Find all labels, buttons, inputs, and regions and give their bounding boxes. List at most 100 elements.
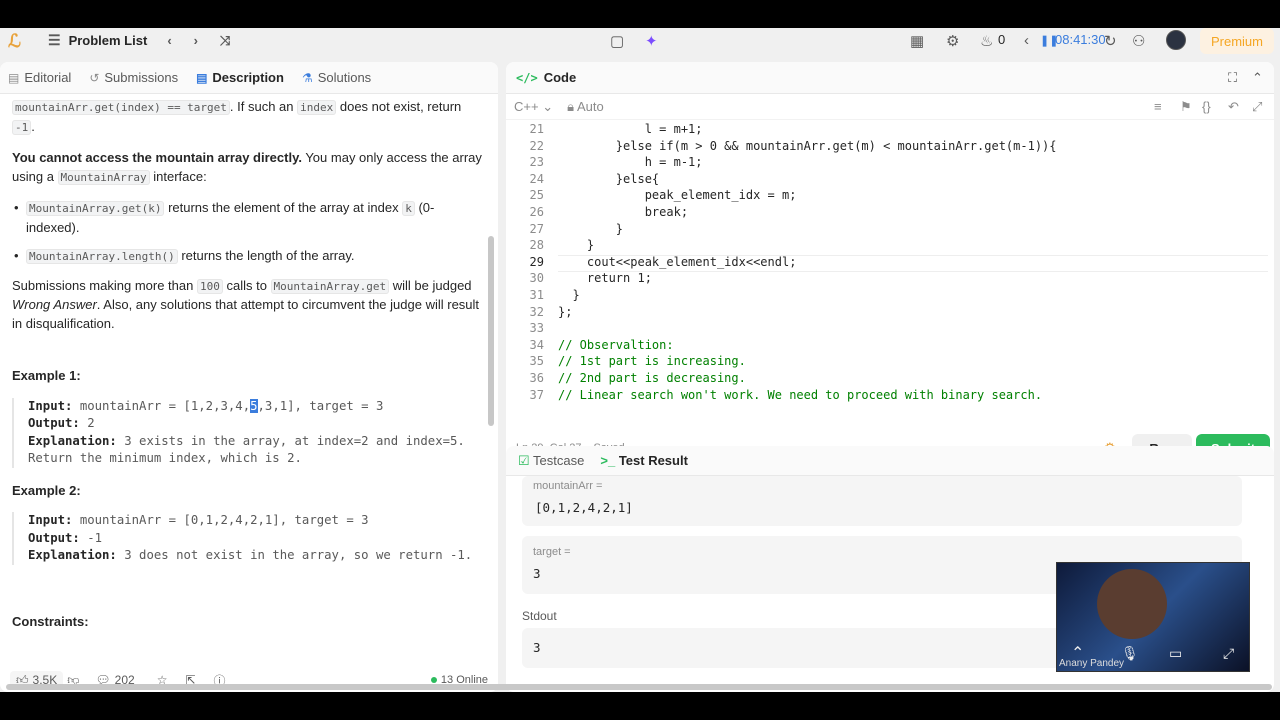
- example-2: Input: mountainArr = [0,1,2,4,2,1], targ…: [12, 512, 482, 565]
- line-number: 27: [529, 221, 544, 236]
- auto-mode[interactable]: 🔒︎ Auto: [567, 99, 604, 115]
- example-1: Input: mountainArr = [1,2,3,4,5,3,1], ta…: [12, 397, 482, 468]
- reset-icon[interactable]: ↶: [1228, 99, 1239, 115]
- flask-icon: ⚗: [301, 70, 313, 85]
- webcam-name: Anany Pandey: [1059, 658, 1125, 669]
- menu-icon[interactable]: ☰: [48, 32, 61, 49]
- tab-editorial[interactable]: ▤ Editorial: [8, 70, 71, 85]
- line-number: 24: [529, 171, 544, 186]
- field-label: mountainArr =: [533, 480, 603, 492]
- interface-list: MountainArray.get(k) returns the element…: [12, 199, 482, 267]
- timer-collapse-icon[interactable]: ‹: [1024, 32, 1029, 49]
- line-number: 21: [529, 122, 544, 136]
- layout-icon[interactable]: ▦: [910, 32, 924, 50]
- scrollbar-thumb[interactable]: [488, 236, 494, 426]
- line-number: 26: [529, 205, 544, 219]
- code-line[interactable]: peak_element_idx = m;: [558, 188, 797, 202]
- code-line[interactable]: break;: [558, 205, 688, 219]
- desc-p1: You cannot access the mountain array dir…: [12, 150, 482, 185]
- expand-video-icon[interactable]: ⤢: [1223, 645, 1234, 662]
- chevron-down-icon: ⌄: [542, 98, 554, 114]
- top-nav: ℒ ☰ Problem List ‹ › ⤨ ▢ ✦ ▦ ⚙ ♨ 0 ‹ ❚❚ …: [0, 28, 1280, 54]
- line-number: 37: [529, 387, 544, 402]
- code-line[interactable]: l = m+1;: [558, 122, 703, 136]
- code-line[interactable]: };: [558, 305, 572, 319]
- code-line[interactable]: // 1st part is increasing.: [558, 354, 746, 368]
- bookmark-icon[interactable]: ⚑: [1180, 99, 1192, 115]
- code-line[interactable]: // 2nd part is decreasing.: [558, 371, 746, 385]
- format-icon[interactable]: ≡: [1154, 99, 1162, 114]
- list-item: MountainArray.get(k) returns the element…: [14, 199, 482, 237]
- line-number: 28: [529, 238, 544, 253]
- prev-problem-icon[interactable]: ‹: [167, 33, 171, 48]
- line-number: 25: [529, 188, 544, 203]
- code-line[interactable]: // Linear search won't work. We need to …: [558, 388, 1042, 402]
- tab-solutions[interactable]: ⚗ Solutions: [302, 70, 371, 85]
- reset-timer-icon[interactable]: ↻: [1104, 32, 1117, 50]
- stdout-value: 3: [533, 640, 541, 655]
- field-value: [0,1,2,4,2,1]: [535, 500, 633, 515]
- tab-description[interactable]: ▤ Description: [196, 70, 284, 85]
- example-1-title: Example 1:: [12, 368, 81, 383]
- code-line[interactable]: }: [558, 288, 579, 302]
- timer: 08:41:30: [1055, 32, 1106, 47]
- desc-line0: mountainArr.get(index) == target. If suc…: [12, 98, 482, 137]
- line-number: 22: [529, 138, 544, 153]
- expand-icon[interactable]: ⤢: [1252, 99, 1262, 115]
- line-number: 23: [529, 155, 544, 170]
- horizontal-scrollbar[interactable]: [6, 684, 1272, 690]
- desc-p2: Submissions making more than 100 calls t…: [12, 277, 480, 331]
- code-line[interactable]: return 1;: [558, 271, 652, 285]
- problem-list-link[interactable]: Problem List: [69, 33, 148, 48]
- ai-sparkle-icon[interactable]: ✦: [645, 32, 658, 50]
- tab-submissions[interactable]: ↺ Submissions: [89, 70, 178, 85]
- streak-count: 0: [998, 32, 1006, 47]
- shuffle-icon[interactable]: ⤨: [220, 33, 230, 49]
- braces-icon[interactable]: {}: [1202, 99, 1211, 114]
- webcam-face: [1097, 569, 1167, 639]
- webcam-overlay[interactable]: ⌃ 🎙︎ ▭ ⤢ Anany Pandey: [1056, 562, 1250, 672]
- checkbox-icon: ☑: [518, 452, 530, 468]
- lock-icon: 🔒︎: [567, 98, 575, 114]
- line-number: 30: [529, 271, 544, 286]
- tab-test-result[interactable]: >_ Test Result: [600, 453, 688, 468]
- code-line[interactable]: }: [558, 222, 623, 236]
- fullscreen-icon[interactable]: ⛶: [1228, 70, 1237, 86]
- code-line[interactable]: h = m-1;: [558, 155, 703, 169]
- code-line[interactable]: }else{: [558, 172, 659, 186]
- problem-list-nav: ☰ Problem List ‹ › ⤨: [48, 32, 230, 49]
- left-tabs: ▤ Editorial ↺ Submissions ▤ Description ⚗ So…: [0, 62, 498, 94]
- field-value: 3: [533, 566, 541, 581]
- terminal-icon: >_: [600, 453, 616, 468]
- result-tabs: ☑ Testcase >_ Test Result: [506, 446, 1274, 476]
- line-number: 36: [529, 371, 544, 385]
- example-2-title: Example 2:: [12, 482, 81, 498]
- next-problem-icon[interactable]: ›: [194, 33, 198, 48]
- settings-icon[interactable]: ⚙: [946, 32, 959, 50]
- code-line[interactable]: // Observaltion:: [558, 338, 674, 352]
- code-header: </> Code ⛶ ⌃: [506, 62, 1274, 94]
- tab-testcase[interactable]: ☑ Testcase: [518, 453, 584, 469]
- code-toolbar: C++ ⌄ 🔒︎ Auto ≡ ⚑ {} ↶ ⤢: [506, 94, 1274, 120]
- problem-description: mountainArr.get(index) == target. If suc…: [12, 98, 482, 643]
- premium-button[interactable]: Premium: [1200, 28, 1274, 54]
- code-editor[interactable]: 21 l = m+1; 22 }else if(m > 0 && mountain…: [506, 120, 1274, 426]
- camera-icon[interactable]: ▭: [1169, 645, 1182, 662]
- editorial-icon: ▤: [8, 70, 20, 85]
- history-icon: ↺: [89, 70, 100, 85]
- fire-icon[interactable]: ♨: [980, 32, 993, 50]
- avatar[interactable]: [1166, 30, 1186, 50]
- field-label: target =: [533, 546, 571, 558]
- add-user-icon[interactable]: ⚇: [1132, 32, 1145, 50]
- leetcode-logo-icon[interactable]: ℒ: [8, 31, 21, 52]
- description-icon: ▤: [196, 70, 208, 85]
- collapse-icon[interactable]: ⌃: [1252, 70, 1263, 86]
- code-line[interactable]: cout<<peak_element_idx<<endl;: [558, 255, 797, 269]
- language-select[interactable]: C++ ⌄: [514, 99, 553, 115]
- code-line[interactable]: }: [558, 238, 594, 252]
- description-scrollbar[interactable]: [488, 126, 494, 662]
- line-number: 33: [529, 321, 544, 336]
- code-line[interactable]: }else if(m > 0 && mountainArr.get(m) < m…: [558, 139, 1057, 153]
- notes-icon[interactable]: ▢: [610, 32, 624, 50]
- constraints-title: Constraints:: [12, 613, 89, 629]
